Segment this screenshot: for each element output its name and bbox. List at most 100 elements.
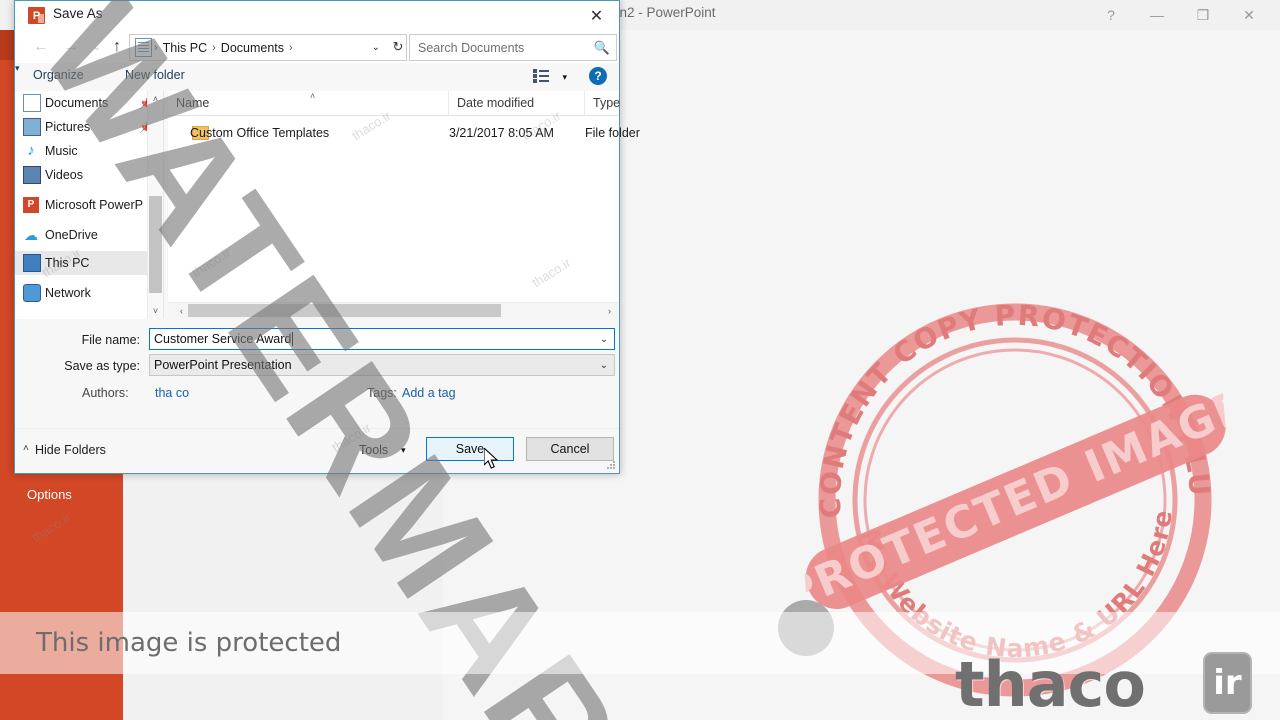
help-icon[interactable]: ? [589, 67, 607, 85]
sidebar-item-options[interactable]: Options [27, 487, 72, 502]
organize-button[interactable]: Organize [33, 68, 84, 82]
sidebar-item-microsoft-powerpoint[interactable]: P Microsoft PowerP [15, 193, 163, 217]
documents-icon [23, 94, 41, 112]
sidebar-item-network[interactable]: Network [15, 281, 163, 305]
network-icon [23, 284, 41, 302]
scrollbar-thumb[interactable] [149, 196, 162, 293]
sidebar-item-music[interactable]: ♪ Music [15, 139, 163, 163]
powerpoint-icon: P [28, 7, 45, 24]
navigation-bar: ← → ⌄ ↑ › This PC › Documents › ⌄ ↻ Sear… [15, 31, 619, 63]
sidebar-item-videos[interactable]: Videos [15, 163, 163, 187]
column-header-type[interactable]: Type [585, 91, 685, 115]
file-list-horizontal-scrollbar[interactable]: ‹ › [168, 302, 619, 319]
this-pc-icon [23, 254, 41, 272]
new-folder-button[interactable]: New folder [125, 68, 185, 82]
search-input[interactable]: Search Documents 🔍 [409, 34, 617, 61]
chevron-down-icon[interactable]: ⌄ [594, 355, 614, 375]
authors-label: Authors: [82, 386, 129, 400]
sidebar-item-label: Microsoft PowerP [45, 198, 143, 212]
organize-caret-icon[interactable]: ▾ [15, 63, 619, 74]
hide-folders-button[interactable]: Hide Folders [35, 443, 106, 457]
sidebar-item-label: This PC [45, 256, 90, 270]
help-button[interactable]: ? [1088, 0, 1134, 30]
cell-type: File folder [585, 126, 640, 140]
column-headers: Name ˄ Date modified Type [168, 91, 620, 116]
scroll-down-icon[interactable]: ˅ [148, 303, 163, 319]
up-icon[interactable]: ↑ [105, 35, 129, 59]
cell-date-modified: 3/21/2017 8:05 AM [449, 126, 554, 140]
videos-icon [23, 166, 41, 184]
pictures-icon [23, 118, 41, 136]
tools-button[interactable]: Tools [359, 443, 388, 457]
music-icon: ♪ [27, 142, 35, 159]
dialog-body: Documents 📌 Pictures 📌 ♪ Music Videos [15, 91, 640, 319]
dialog-footer: ˄ Hide Folders Tools ▾ Save Cancel [15, 428, 619, 473]
save-as-type-select[interactable]: PowerPoint Presentation ⌄ [149, 354, 615, 376]
chevron-down-icon[interactable]: ⌄ [372, 42, 380, 53]
close-icon[interactable]: ✕ [574, 1, 619, 31]
sidebar-item-label: Network [45, 286, 91, 300]
breadcrumb-separator-3: › [289, 41, 293, 54]
maximize-button[interactable]: ❐ [1180, 0, 1226, 30]
scroll-right-icon[interactable]: › [602, 303, 617, 319]
column-label: Name [176, 96, 210, 110]
minimize-button[interactable]: — [1134, 0, 1180, 30]
add-a-tag-link[interactable]: Add a tag [402, 386, 456, 400]
column-header-name[interactable]: Name ˄ [168, 91, 449, 115]
file-name-value: Customer Service Award [154, 332, 292, 346]
search-icon[interactable]: 🔍 [594, 40, 610, 56]
file-name-input[interactable]: Customer Service Award ⌄ [149, 328, 615, 350]
authors-value[interactable]: tha co [155, 386, 189, 400]
scroll-left-icon[interactable]: ‹ [174, 303, 189, 319]
sidebar-item-documents[interactable]: Documents 📌 [15, 91, 163, 115]
powerpoint-icon: P [23, 197, 39, 213]
table-row[interactable]: Custom Office Templates 3/21/2017 8:05 A… [168, 120, 640, 146]
sidebar-item-label: Documents [45, 96, 109, 110]
sidebar-item-label: OneDrive [45, 228, 98, 242]
save-form: File name: Customer Service Award ⌄ Save… [15, 319, 619, 429]
sidebar-item-label: Music [45, 144, 78, 158]
column-header-date-modified[interactable]: Date modified [449, 91, 585, 115]
navigation-pane: Documents 📌 Pictures 📌 ♪ Music Videos [15, 91, 163, 319]
breadcrumb-separator: › [154, 41, 158, 54]
breadcrumb-documents[interactable]: Documents [218, 41, 287, 55]
onedrive-icon: ☁ [24, 227, 38, 243]
screen: on2 - PowerPoint ? — ❐ ✕ tha co rsonal O… [0, 0, 1280, 720]
view-caret-icon[interactable]: ▾ [562, 72, 567, 83]
close-button[interactable]: ✕ [1226, 0, 1272, 30]
cell-name: Custom Office Templates [190, 126, 330, 140]
chevron-down-icon[interactable]: ⌄ [594, 329, 614, 349]
navigation-pane-scrollbar[interactable]: ˄ ˅ [147, 91, 163, 319]
sidebar-item-pictures[interactable]: Pictures 📌 [15, 115, 163, 139]
save-as-type-label: Save as type: [64, 359, 140, 373]
save-as-type-value: PowerPoint Presentation [154, 358, 292, 372]
file-name-label: File name: [81, 333, 140, 347]
tags-label: Tags: [367, 386, 397, 400]
sidebar-item-onedrive[interactable]: ☁ OneDrive [15, 223, 163, 247]
search-placeholder: Search Documents [418, 40, 525, 55]
sort-ascending-icon: ˄ [310, 91, 316, 101]
dialog-title: Save As [53, 6, 103, 21]
breadcrumb-this-pc[interactable]: This PC [160, 41, 210, 55]
resize-grip[interactable] [607, 461, 616, 470]
breadcrumb-separator-2: › [212, 41, 216, 54]
dialog-titlebar: P Save As ✕ [15, 1, 619, 31]
tools-caret-icon[interactable]: ▾ [401, 445, 406, 456]
sidebar-item-this-pc[interactable]: This PC [15, 251, 163, 275]
text-caret [292, 332, 294, 346]
folder-icon [135, 38, 152, 57]
file-list-pane: Name ˄ Date modified Type Custom Office … [168, 91, 640, 319]
address-bar[interactable]: › This PC › Documents › ⌄ [129, 34, 407, 61]
hide-folders-caret-icon[interactable]: ˄ [23, 443, 29, 454]
sidebar-item-label: Pictures [45, 120, 91, 134]
forward-icon[interactable]: → [59, 35, 83, 59]
mouse-cursor [484, 448, 499, 469]
powerpoint-title: on2 - PowerPoint [612, 5, 716, 20]
scrollbar-thumb[interactable] [188, 304, 501, 317]
scroll-up-icon[interactable]: ˄ [148, 91, 163, 107]
sidebar-item-label: Videos [45, 168, 83, 182]
view-layout-icon[interactable] [533, 69, 549, 83]
cancel-button[interactable]: Cancel [526, 437, 614, 461]
back-icon[interactable]: ← [29, 35, 53, 59]
refresh-icon[interactable]: ↻ [387, 35, 409, 59]
